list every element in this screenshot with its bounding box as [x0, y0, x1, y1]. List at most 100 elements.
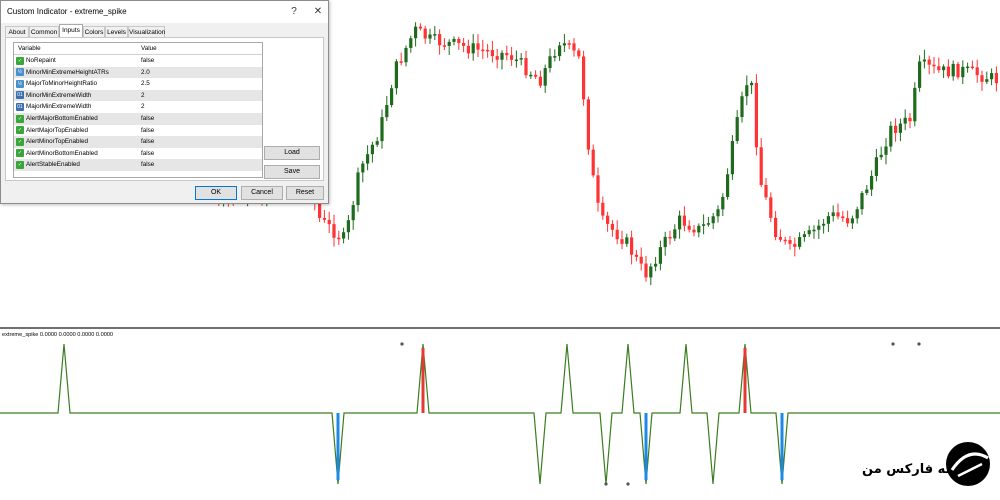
candle-body [774, 217, 778, 238]
column-variable[interactable]: Variable [18, 45, 41, 52]
candle-body [394, 61, 398, 89]
candle-body [466, 45, 470, 54]
candle-body [970, 66, 974, 69]
candle-body [428, 34, 432, 39]
table-row[interactable]: ✓ NoRepaint false [14, 55, 262, 67]
cancel-button[interactable]: Cancel [241, 186, 283, 200]
candle-body [927, 59, 931, 65]
tab-colors[interactable]: Colors [83, 26, 105, 37]
candle-body [961, 66, 965, 78]
tab-inputs[interactable]: Inputs [59, 24, 83, 38]
candle-body [807, 230, 811, 235]
table-row[interactable]: ✓ AlertMinorTopEnabled false [14, 136, 262, 148]
candle-body [711, 216, 715, 224]
candle-body [452, 38, 456, 42]
candle-body [476, 43, 480, 50]
candle-body [639, 256, 643, 264]
boolean-icon: ✓ [16, 56, 24, 65]
row-value[interactable]: 2.5 [141, 80, 150, 87]
signal-dot [917, 342, 921, 346]
candle-body [682, 215, 686, 226]
candle-body [778, 237, 782, 240]
load-button[interactable]: Load [264, 146, 320, 160]
candle-body [495, 56, 499, 60]
candle-body [562, 43, 566, 46]
row-variable: MajorToMinorHeightRatio [26, 80, 98, 88]
boolean-icon: ✓ [16, 126, 24, 135]
candle-body [942, 66, 946, 71]
column-value[interactable]: Value [141, 45, 157, 52]
candle-body [404, 47, 408, 63]
tab-common[interactable]: Common [29, 26, 59, 37]
candle-body [500, 52, 504, 60]
candle-body [433, 34, 437, 36]
candle-body [937, 66, 941, 71]
candle-body [946, 66, 950, 77]
candle-body [793, 243, 797, 247]
candle-body [361, 163, 365, 173]
row-value[interactable]: false [141, 161, 154, 168]
row-value[interactable]: false [141, 150, 154, 157]
candle-body [658, 247, 662, 264]
candle-body [836, 212, 840, 217]
row-value[interactable]: 2 [141, 103, 145, 110]
row-value[interactable]: false [141, 138, 154, 145]
candle-body [812, 229, 816, 232]
candle-body [802, 234, 806, 238]
table-row[interactable]: ✓ AlertMinorBottomEnabled false [14, 148, 262, 160]
candle-body [702, 224, 706, 226]
table-row[interactable]: ✓ AlertStableEnabled false [14, 159, 262, 171]
candle-body [716, 209, 720, 217]
candle-body [735, 117, 739, 142]
close-button[interactable]: ✕ [311, 5, 325, 19]
candle-body [481, 49, 485, 52]
reset-button[interactable]: Reset [286, 186, 324, 200]
row-variable: AlertMinorBottomEnabled [26, 149, 98, 157]
row-variable: NoRepaint [26, 57, 56, 64]
tab-visualization[interactable]: Visualization [128, 26, 165, 37]
candle-body [692, 229, 696, 233]
candle-body [750, 82, 754, 86]
tab-levels[interactable]: Levels [105, 26, 128, 37]
candle-body [318, 201, 322, 218]
integer-icon: 01 [16, 91, 24, 100]
candle-body [850, 218, 854, 224]
tab-about[interactable]: About [5, 26, 29, 37]
candle-body [706, 223, 710, 225]
candle-body [894, 125, 898, 133]
row-value[interactable]: 2 [141, 92, 145, 99]
row-value[interactable]: false [141, 115, 154, 122]
candle-body [591, 149, 595, 176]
row-value[interactable]: false [141, 127, 154, 134]
help-button[interactable]: ? [287, 5, 301, 19]
candle-body [841, 216, 845, 219]
ok-button[interactable]: OK [195, 186, 237, 200]
table-row[interactable]: 01 MinorMinExtremeWidth 2 [14, 89, 262, 102]
dialog-title: Custom Indicator - extreme_spike [7, 7, 127, 16]
candle-body [534, 74, 538, 77]
dialog-titlebar[interactable]: Custom Indicator - extreme_spike ? ✕ [1, 1, 328, 23]
table-row[interactable]: ½ MinorMinExtremeHeightATRs 2.0 [14, 66, 262, 79]
candle-body [337, 237, 341, 240]
candle-body [414, 26, 418, 39]
candle-body [769, 197, 773, 218]
integer-icon: 01 [16, 102, 24, 111]
table-row[interactable]: ✓ AlertMajorBottomEnabled false [14, 113, 262, 125]
candle-body [980, 75, 984, 82]
table-row[interactable]: ✓ AlertMajorTopEnabled false [14, 125, 262, 137]
save-button[interactable]: Save [264, 165, 320, 179]
indicator-label: extreme_spike 0.0000 0.0000 0.0000 0.000… [2, 332, 114, 338]
row-value[interactable]: false [141, 57, 154, 64]
candle-body [697, 225, 701, 233]
table-row[interactable]: 01 MajorMinExtremeWidth 2 [14, 101, 262, 113]
candle-body [322, 217, 326, 220]
row-value[interactable]: 2.0 [141, 69, 150, 76]
inputs-table[interactable]: Variable Value ✓ NoRepaint false ½ MinorMinE… [13, 42, 263, 178]
row-variable: AlertMinorTopEnabled [26, 138, 88, 146]
table-row[interactable]: ½ MajorToMinorHeightRatio 2.5 [14, 78, 262, 90]
candle-body [745, 85, 749, 97]
candle-body [649, 266, 653, 278]
candle-body [558, 45, 562, 57]
candle-body [442, 45, 446, 47]
candle-body [332, 224, 336, 238]
